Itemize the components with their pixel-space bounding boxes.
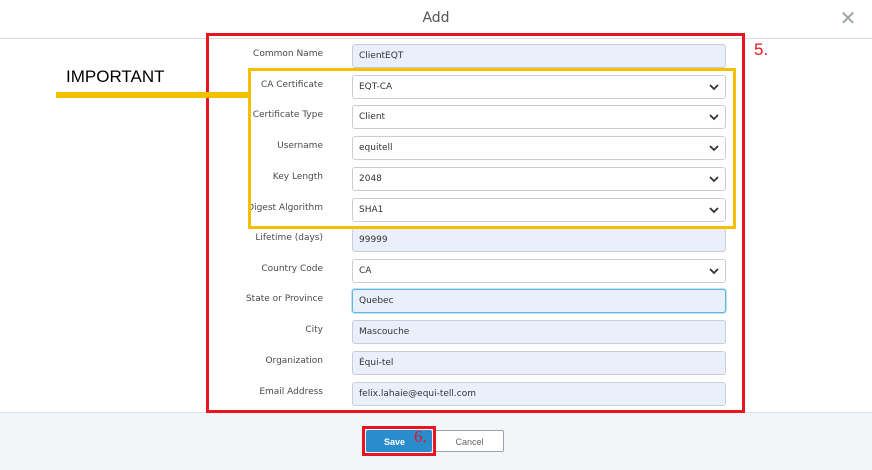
username-select[interactable]: equitell: [352, 136, 726, 160]
cancel-button[interactable]: Cancel: [435, 430, 504, 452]
email-input[interactable]: felix.lahaie@equi-tell.com: [352, 382, 726, 406]
annotation-important-text: IMPORTANT: [66, 67, 165, 86]
form-row-lifetime: Lifetime (days) 99999: [0, 228, 872, 252]
annotation-step-5: 5.: [754, 40, 769, 59]
form-row-key-length: Key Length 2048: [0, 167, 872, 191]
lifetime-input[interactable]: 99999: [352, 228, 726, 252]
close-icon[interactable]: ✕: [838, 8, 858, 28]
annotation-step-6: 6.: [414, 427, 427, 446]
chevron-down-icon: [709, 114, 719, 121]
ca-certificate-value: EQT-CA: [359, 82, 393, 92]
dialog-title: Add: [422, 10, 450, 26]
chevron-down-icon: [709, 84, 719, 91]
certificate-type-select[interactable]: Client: [352, 105, 726, 129]
country-code-select[interactable]: CA: [352, 259, 726, 283]
form-row-certificate-type: Certificate Type Client: [0, 105, 872, 129]
chevron-down-icon: [709, 145, 719, 152]
form-row-digest-algorithm: Digest Algorithm SHA1: [0, 198, 872, 222]
chevron-down-icon: [709, 207, 719, 214]
annotation-yellow-line: [56, 92, 249, 98]
city-input[interactable]: Mascouche: [352, 320, 726, 344]
certificate-type-value: Client: [359, 112, 386, 122]
chevron-down-icon: [709, 268, 719, 275]
key-length-label: Key Length: [272, 172, 323, 182]
chevron-down-icon: [709, 176, 719, 183]
digest-algorithm-label: Digest Algorithm: [247, 203, 323, 213]
digest-algorithm-select[interactable]: SHA1: [352, 198, 726, 222]
digest-algorithm-value: SHA1: [359, 205, 384, 215]
city-label: City: [305, 325, 323, 335]
form-row-city: City Mascouche: [0, 320, 872, 344]
state-province-input[interactable]: Quebec: [352, 289, 726, 313]
form-row-username: Username equitell: [0, 136, 872, 160]
form-row-organization: Organization Équi-tel: [0, 351, 872, 375]
state-province-label: State or Province: [245, 294, 323, 304]
key-length-select[interactable]: 2048: [352, 167, 726, 191]
form-row-common-name: Common Name ClientEQT: [0, 44, 872, 68]
email-label: Email Address: [259, 387, 323, 397]
key-length-value: 2048: [359, 174, 382, 184]
form-row-email: Email Address felix.lahaie@equi-tell.com: [0, 382, 872, 406]
ca-certificate-label: CA Certificate: [260, 80, 323, 90]
lifetime-label: Lifetime (days): [255, 233, 323, 243]
country-code-label: Country Code: [261, 264, 323, 274]
username-value: equitell: [359, 143, 393, 153]
username-label: Username: [277, 141, 323, 151]
country-code-value: CA: [359, 266, 372, 276]
certificate-type-label: Certificate Type: [252, 110, 323, 120]
ca-certificate-select[interactable]: EQT-CA: [352, 75, 726, 99]
common-name-input[interactable]: ClientEQT: [352, 44, 726, 68]
common-name-label: Common Name: [253, 49, 323, 59]
form-row-country-code: Country Code CA: [0, 259, 872, 283]
organization-input[interactable]: Équi-tel: [352, 351, 726, 375]
dialog-header: Add ✕: [0, 0, 872, 39]
form-row-state-province: State or Province Quebec: [0, 289, 872, 313]
organization-label: Organization: [265, 356, 323, 366]
